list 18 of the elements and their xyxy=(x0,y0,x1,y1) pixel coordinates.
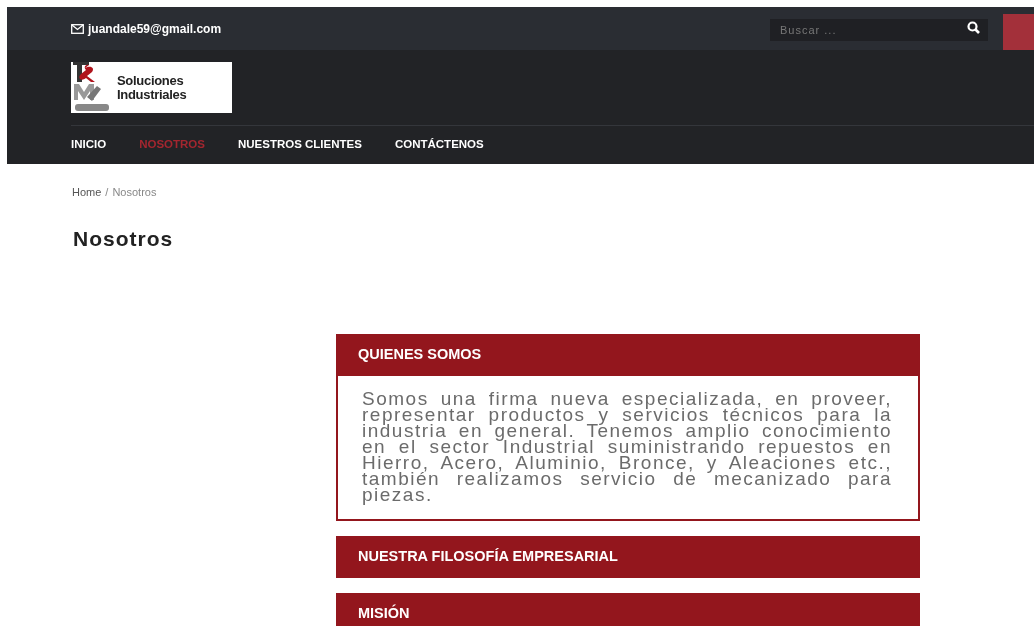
section-paragraph: Somos una firma nueva especializada, en proveer, representar productos y servicios técnicos para la industria en general. Tenemos amplio conocimiento en el sector Industrial suministrando repuestos en Hierro, Acero, Aluminio, Bronce, y Aleaciones etc., también realizamos servicio de mecanizado para piezas. xyxy=(362,391,892,503)
search-field[interactable]: Buscar ... xyxy=(770,18,988,41)
nav-link[interactable]: INICIO xyxy=(71,136,107,154)
email-link[interactable]: juandale59@gmail.com xyxy=(88,19,222,38)
logo[interactable]: Soluciones Industriales xyxy=(71,62,232,113)
accordion-header[interactable]: QUIENES SOMOS xyxy=(336,334,920,376)
logo-text: Soluciones xyxy=(117,73,185,88)
accordion-header[interactable]: MISIÓN xyxy=(336,593,920,626)
page-title: Nosotros xyxy=(73,225,175,252)
accordion-header[interactable]: NUESTRA FILOSOFÍA EMPRESARIAL xyxy=(336,536,920,578)
nav-link[interactable]: CONTÁCTENOS xyxy=(394,136,484,154)
search-icon[interactable] xyxy=(967,20,980,34)
breadcrumb-current: Nosotros xyxy=(112,186,157,198)
logo-text: Industriales xyxy=(117,87,187,102)
breadcrumb-separator: / xyxy=(105,186,109,198)
envelope-icon xyxy=(71,23,84,34)
breadcrumb-link[interactable]: Home xyxy=(72,186,102,198)
nav-link[interactable]: NUESTROS CLIENTES xyxy=(237,136,362,154)
